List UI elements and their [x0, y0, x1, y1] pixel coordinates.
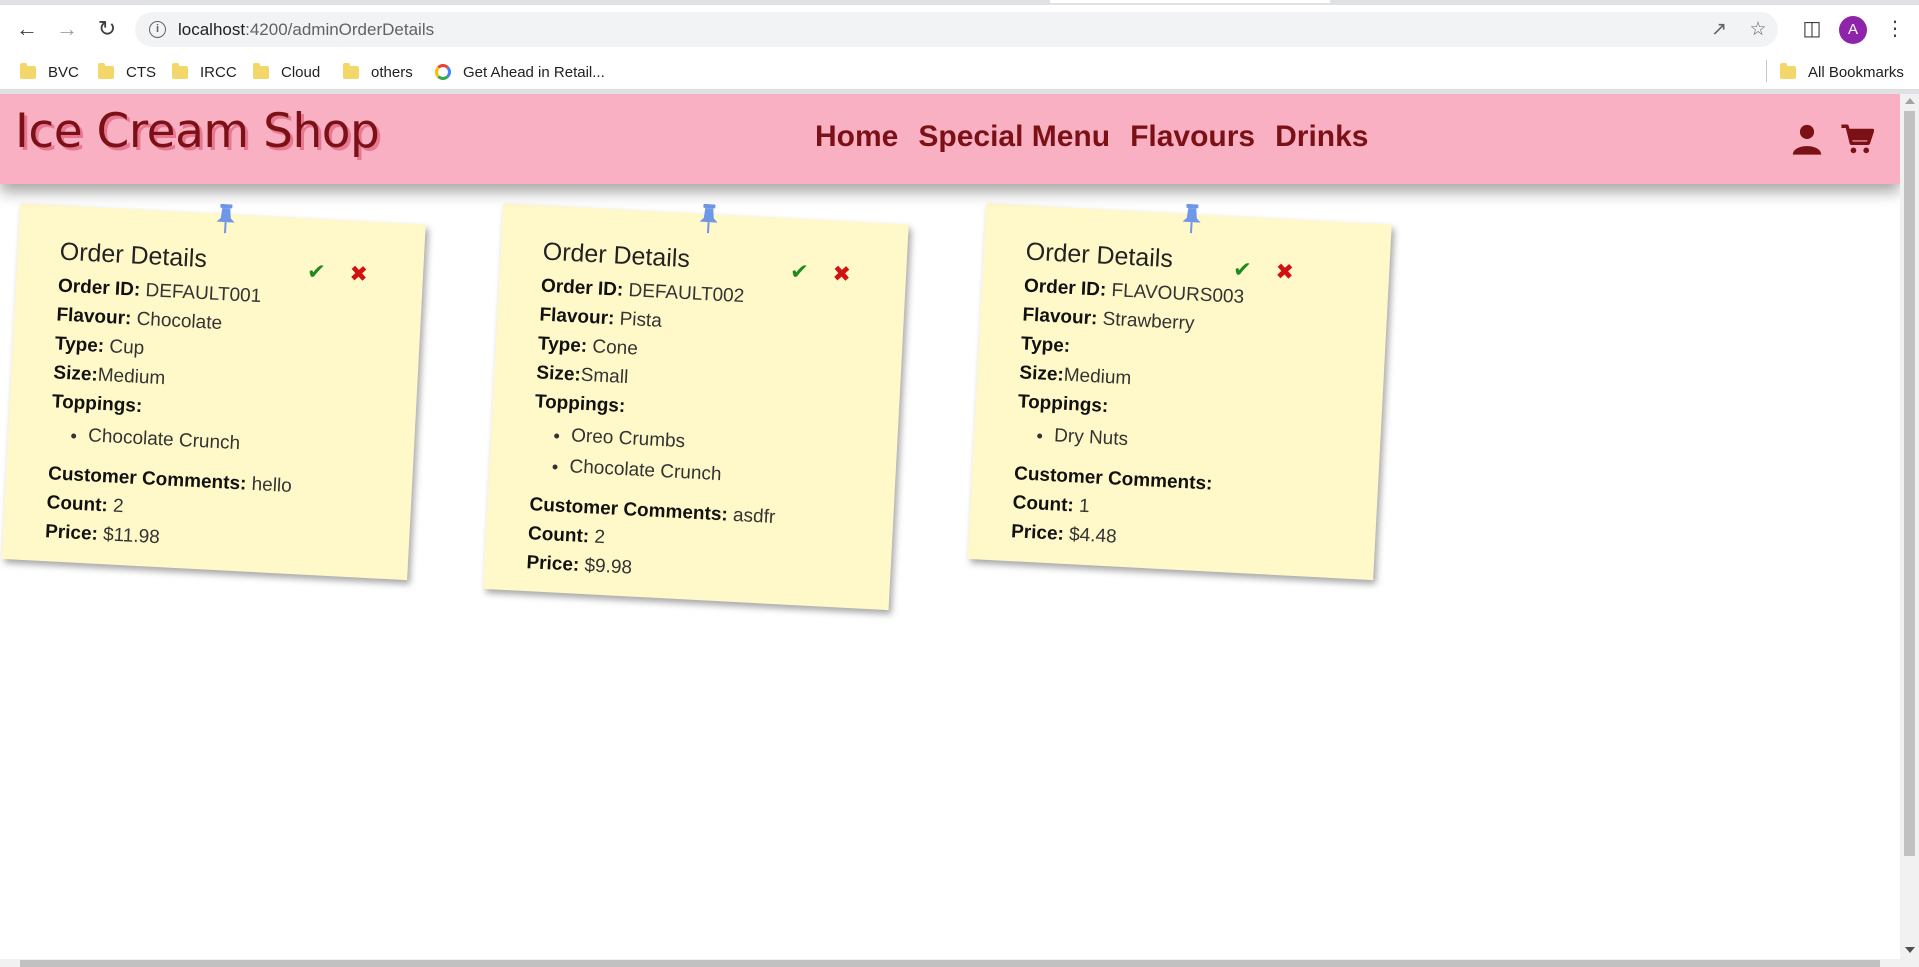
site-icon	[435, 64, 451, 80]
order-id-value: FLAVOURS003	[1110, 280, 1245, 308]
size-value: Small	[580, 364, 629, 389]
folder-icon	[20, 62, 36, 79]
order-cards: ✔ ✖ Order Details Order ID: DEFAULT001 F…	[0, 184, 1900, 884]
bookmarks-divider	[1766, 60, 1767, 82]
nav-drinks[interactable]: Drinks	[1275, 120, 1368, 154]
order-card: ✔ ✖ Order Details Order ID: DEFAULT002 F…	[483, 203, 909, 611]
scroll-up-arrow-icon[interactable]	[1905, 98, 1915, 104]
scrollbar-thumb[interactable]	[1904, 111, 1915, 856]
reject-x-icon[interactable]: ✖	[832, 261, 852, 288]
accept-check-icon[interactable]: ✔	[1232, 256, 1253, 283]
active-tab[interactable]	[1050, 0, 1330, 3]
order-card: ✔ ✖ Order Details Order ID: DEFAULT001 F…	[1, 203, 426, 581]
order-id-value: DEFAULT001	[144, 280, 262, 308]
nav-special-menu[interactable]: Special Menu	[918, 120, 1110, 154]
pushpin-icon	[699, 203, 718, 234]
menu-kebab-icon[interactable]: ⋮	[1883, 17, 1907, 41]
cart-icon[interactable]	[1840, 122, 1874, 156]
bookmark-ircc[interactable]: IRCC	[172, 61, 237, 83]
bookmark-cloud[interactable]: Cloud	[253, 61, 320, 83]
size-value: Medium	[1063, 364, 1132, 390]
folder-icon	[253, 62, 269, 79]
order-actions: ✔ ✖	[1232, 256, 1295, 286]
comments-value: hello	[251, 473, 293, 497]
nav-home[interactable]: Home	[815, 120, 898, 154]
nav-flavours[interactable]: Flavours	[1130, 120, 1255, 154]
scroll-down-arrow-icon[interactable]	[1905, 947, 1915, 953]
all-bookmarks[interactable]: All Bookmarks	[1780, 61, 1904, 83]
comments-value: asdfr	[732, 504, 776, 529]
count-value: 2	[593, 526, 606, 549]
folder-icon	[1780, 62, 1796, 79]
count-value: 1	[1078, 495, 1091, 518]
bookmarks-bar: BVC CTS IRCC Cloud others Get Ahead in R…	[0, 52, 1919, 90]
forward-icon[interactable]: →	[52, 14, 82, 44]
side-panel-icon[interactable]: ◫	[1800, 17, 1824, 41]
reload-icon[interactable]: ↻	[92, 14, 122, 44]
folder-icon	[172, 62, 188, 79]
folder-icon	[343, 62, 359, 79]
bookmark-bvc[interactable]: BVC	[20, 61, 79, 83]
order-id-value: DEFAULT002	[627, 280, 745, 308]
flavour-value: Pista	[619, 308, 663, 332]
folder-icon	[98, 62, 114, 79]
scrollbar-thumb[interactable]	[20, 960, 1880, 967]
order-actions: ✔ ✖	[306, 258, 368, 287]
horizontal-scrollbar[interactable]	[0, 959, 1919, 967]
profile-avatar[interactable]: A	[1839, 16, 1867, 44]
back-icon[interactable]: ←	[12, 14, 42, 44]
size-value: Medium	[97, 364, 166, 390]
browser-toolbar: ← → ↻ i localhost:4200/adminOrderDetails…	[0, 5, 1919, 52]
type-value: Cup	[108, 336, 145, 360]
user-icon[interactable]	[1790, 122, 1824, 156]
accept-check-icon[interactable]: ✔	[306, 258, 326, 285]
order-card: ✔ ✖ Order Details Order ID: FLAVOURS003 …	[967, 203, 1392, 581]
page: Ice Cream Shop Home Special Menu Flavour…	[0, 94, 1900, 959]
pushpin-icon	[1182, 203, 1201, 234]
price-value: $9.98	[583, 555, 633, 579]
vertical-scrollbar[interactable]	[1900, 94, 1919, 959]
flavour-value: Strawberry	[1102, 308, 1195, 335]
reject-x-icon[interactable]: ✖	[349, 261, 369, 288]
type-value: Cone	[591, 336, 639, 360]
bookmark-star-icon[interactable]: ☆	[1747, 19, 1769, 41]
pushpin-icon	[216, 203, 235, 234]
bookmark-cts[interactable]: CTS	[98, 61, 156, 83]
bookmark-get-ahead-in-retail[interactable]: Get Ahead in Retail...	[435, 61, 605, 83]
bookmark-others[interactable]: others	[343, 61, 413, 83]
accept-check-icon[interactable]: ✔	[789, 258, 809, 285]
url-text[interactable]: localhost:4200/adminOrderDetails	[178, 20, 434, 40]
price-value: $11.98	[102, 524, 161, 549]
share-icon[interactable]: ↗	[1708, 19, 1730, 41]
main-nav: Home Special Menu Flavours Drinks	[815, 120, 1389, 154]
site-info-icon[interactable]: i	[149, 21, 166, 38]
reject-x-icon[interactable]: ✖	[1275, 259, 1295, 286]
count-value: 2	[112, 495, 125, 518]
site-header: Ice Cream Shop Home Special Menu Flavour…	[0, 94, 1900, 184]
flavour-value: Chocolate	[136, 308, 223, 335]
brand-logo[interactable]: Ice Cream Shop	[15, 104, 380, 159]
order-actions: ✔ ✖	[789, 258, 851, 287]
price-value: $4.48	[1068, 524, 1118, 548]
address-bar[interactable]: i localhost:4200/adminOrderDetails ↗ ☆	[135, 12, 1778, 47]
